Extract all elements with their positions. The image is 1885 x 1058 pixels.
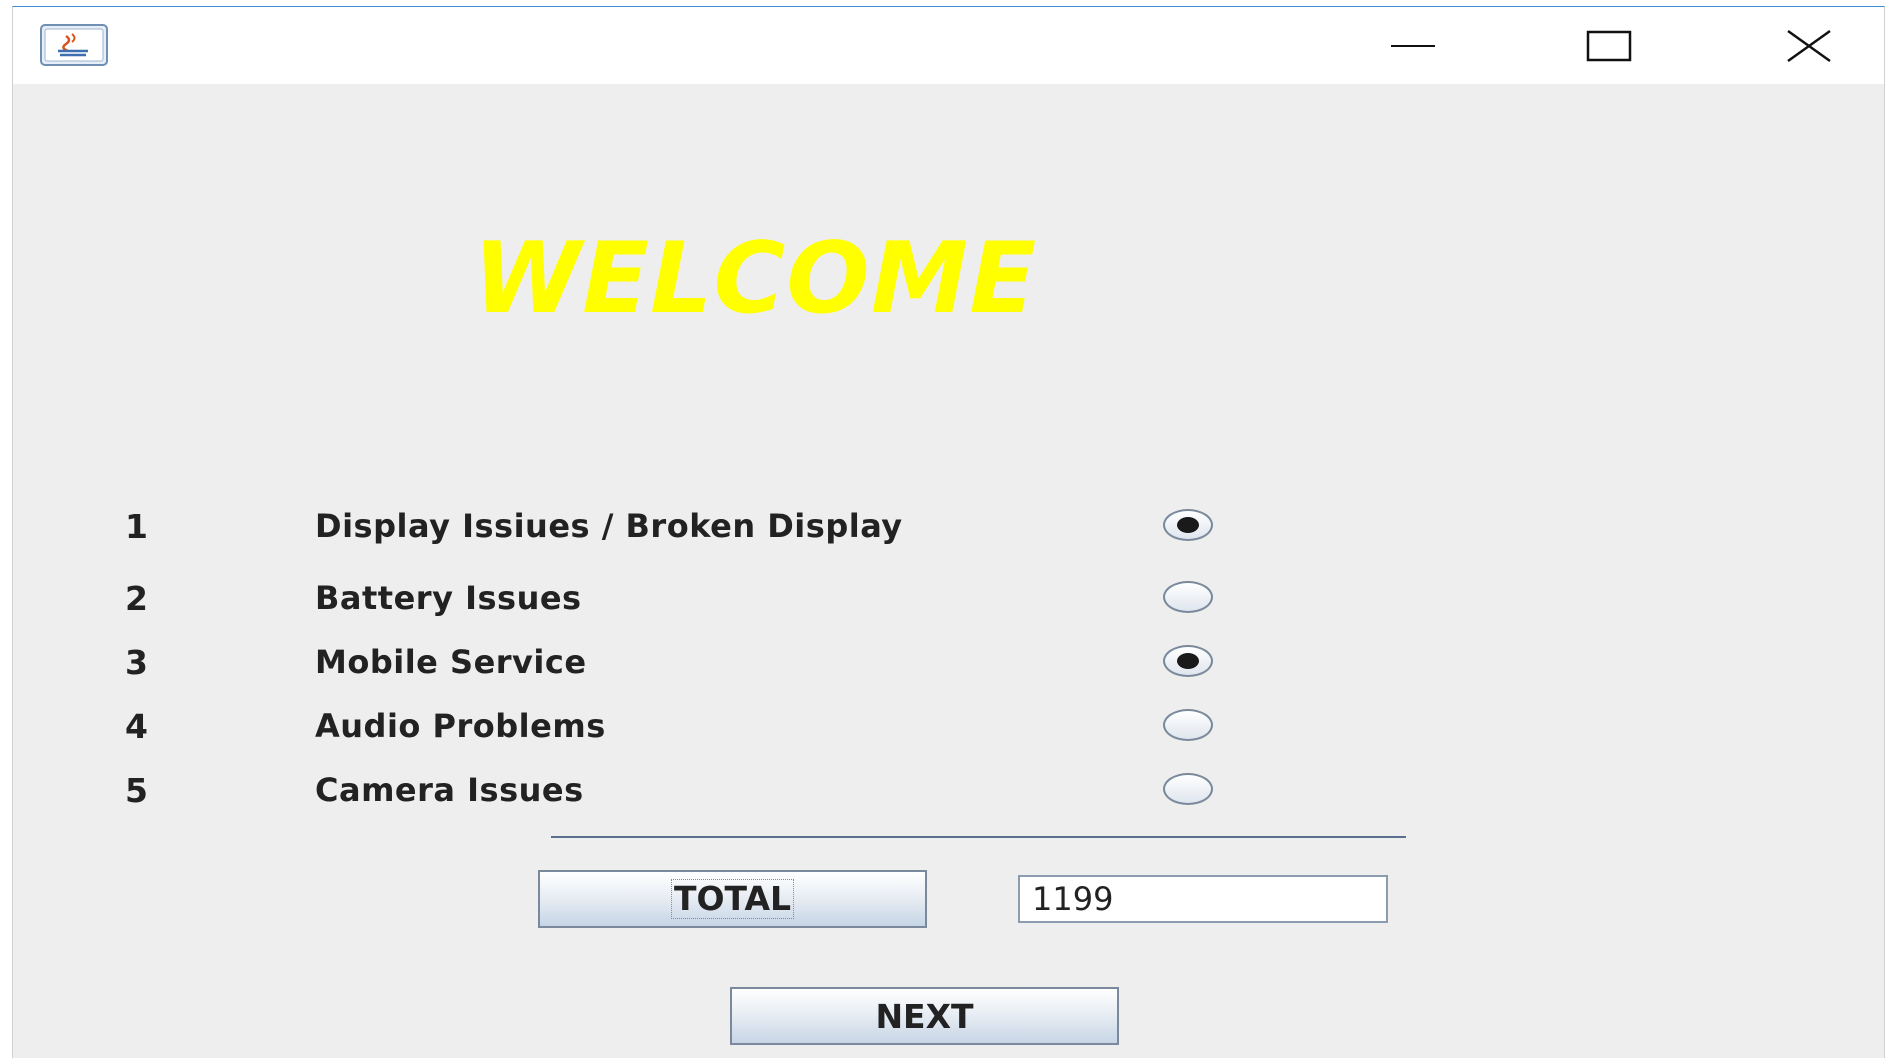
item-number: 1 — [125, 507, 148, 546]
content-panel: WELCOME 1 Display Issiues / Broken Displ… — [13, 84, 1884, 1058]
item-radio-1[interactable] — [1163, 509, 1213, 541]
app-window: WELCOME 1 Display Issiues / Broken Displ… — [12, 6, 1885, 1058]
item-label: Display Issiues / Broken Display — [315, 507, 903, 545]
item-label: Mobile Service — [315, 643, 587, 681]
maximize-icon — [1586, 30, 1632, 61]
item-label: Camera Issues — [315, 771, 584, 809]
item-radio-4[interactable] — [1163, 709, 1213, 741]
item-number: 5 — [125, 771, 148, 810]
radio-selected-dot — [1177, 517, 1199, 533]
welcome-heading: WELCOME — [473, 222, 1038, 336]
title-bar — [13, 7, 1884, 84]
close-icon — [1787, 29, 1831, 62]
item-number: 4 — [125, 707, 148, 746]
radio-selected-dot — [1177, 653, 1199, 669]
minimize-button[interactable] — [1353, 7, 1473, 84]
close-button[interactable] — [1749, 7, 1869, 84]
item-radio-5[interactable] — [1163, 773, 1213, 805]
item-number: 2 — [125, 579, 148, 618]
item-radio-2[interactable] — [1163, 581, 1213, 613]
item-number: 3 — [125, 643, 148, 682]
item-label: Battery Issues — [315, 579, 582, 617]
minimize-icon — [1391, 44, 1435, 47]
total-button-label: TOTAL — [670, 879, 795, 919]
java-app-icon[interactable] — [40, 24, 108, 66]
separator-line — [551, 836, 1406, 838]
next-button-label: NEXT — [875, 996, 974, 1036]
item-radio-3[interactable] — [1163, 645, 1213, 677]
item-label: Audio Problems — [315, 707, 606, 745]
maximize-button[interactable] — [1549, 7, 1669, 84]
total-field[interactable]: 1199 — [1018, 875, 1388, 923]
next-button[interactable]: NEXT — [730, 987, 1119, 1045]
total-button[interactable]: TOTAL — [538, 870, 927, 928]
